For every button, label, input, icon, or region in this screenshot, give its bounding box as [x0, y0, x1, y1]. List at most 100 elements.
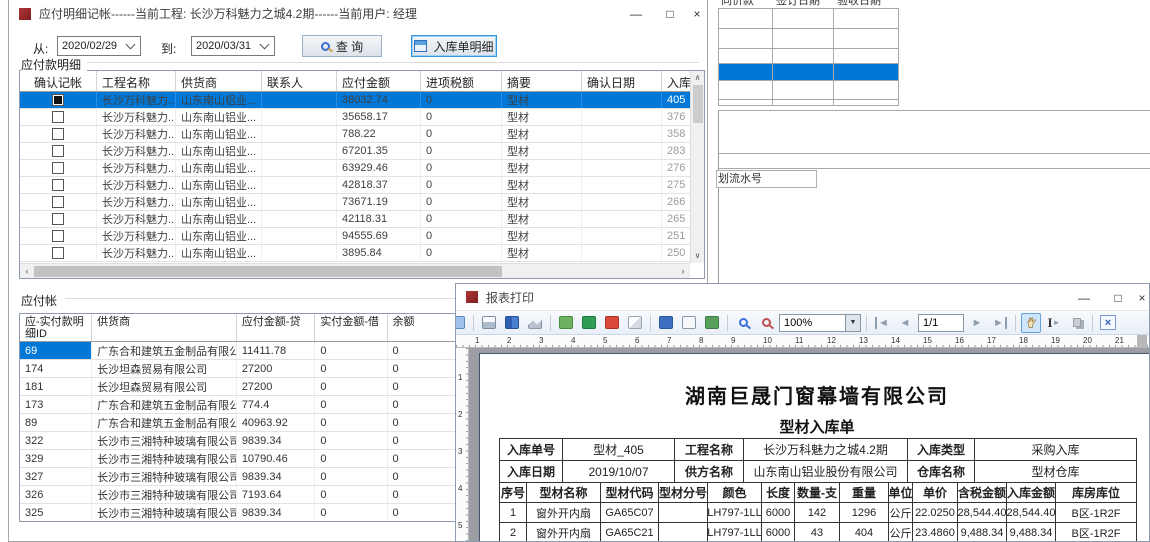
first-page-icon[interactable]: ◄: [872, 313, 892, 333]
scroll-right-icon[interactable]: ›: [676, 266, 690, 276]
copy-pages-icon[interactable]: [1067, 313, 1087, 333]
export-excel-icon[interactable]: [579, 313, 599, 333]
dropdown-arrow-icon[interactable]: ▼: [845, 315, 860, 331]
column-payable-credit: 应付金额-贷: [237, 314, 316, 341]
confirm-checkbox[interactable]: [52, 213, 64, 225]
query-button-label: 查 询: [336, 38, 363, 55]
report-page: 湖南巨晟门窗幕墙有限公司 型材入库单 入库单号 型材_405 工程名称 长沙万科…: [479, 353, 1150, 542]
column-inbound: 入库: [662, 71, 692, 91]
page-number-box[interactable]: [918, 314, 964, 332]
payable-table-row[interactable]: 89 广东合和建筑五金制品有限公司 40963.92 0 0: [20, 414, 466, 432]
export-html-icon[interactable]: [702, 313, 722, 333]
print-icon[interactable]: [479, 313, 499, 333]
date-label: 入库日期: [500, 461, 563, 483]
text-select-icon[interactable]: I►: [1044, 313, 1064, 333]
close-preview-icon[interactable]: ×: [1098, 313, 1118, 333]
detail-table-row[interactable]: 长沙万科魅力... 山东南山铝业... 42818.37 0 型材 275: [20, 177, 704, 194]
maximize-button[interactable]: □: [1101, 284, 1135, 311]
app-icon: [19, 8, 31, 20]
export-pdf-icon[interactable]: [602, 313, 622, 333]
report-window-titlebar[interactable]: 报表打印 — □ ×: [456, 284, 1149, 311]
date-value: 2019/10/07: [563, 461, 675, 483]
table-row[interactable]: [718, 99, 899, 106]
payable-table-row[interactable]: 326 长沙市三湘特种玻璃有限公司 7193.64 0 0: [20, 486, 466, 504]
zoom-level-input[interactable]: [780, 317, 845, 329]
plan-serial-label: 划流水号: [716, 170, 817, 188]
detail-table-row[interactable]: 长沙万科魅力... 山东南山铝业... 73671.19 0 型材 266: [20, 194, 704, 211]
scroll-down-icon[interactable]: ∨: [695, 249, 701, 263]
scrollbar-thumb[interactable]: [34, 266, 502, 277]
detail-table-row[interactable]: 长沙万科魅力... 山东南山铝业... 94555.69 0 型材 251: [20, 228, 704, 245]
close-button[interactable]: ×: [687, 0, 707, 27]
chevron-down-icon: [126, 40, 136, 50]
table-row[interactable]: [718, 8, 899, 28]
scrollbar-thumb[interactable]: [693, 85, 703, 123]
payable-group-label: 应付帐: [21, 292, 63, 309]
to-date-picker[interactable]: 2020/03/31: [191, 36, 275, 56]
table-row[interactable]: [718, 80, 899, 99]
detail-table-row[interactable]: 长沙万科魅力... 山东南山铝业... 788.22 0 型材 358: [20, 126, 704, 143]
payable-table-row[interactable]: 69 广东合和建筑五金制品有限公司 11411.78 0 0: [20, 342, 466, 360]
hand-tool-icon[interactable]: [1021, 313, 1041, 333]
detail-table-row[interactable]: 长沙万科魅力... 山东南山铝业... 63929.46 0 型材 276: [20, 160, 704, 177]
prev-page-icon[interactable]: ◄: [895, 313, 915, 333]
payable-window-titlebar[interactable]: 应付明细记帐------当前工程: 长沙万科魅力之城4.2期------当前用户…: [9, 0, 707, 27]
document-icon[interactable]: [679, 313, 699, 333]
table-row-selected[interactable]: [718, 63, 899, 80]
zoom-in-icon[interactable]: [733, 313, 753, 333]
maximize-button[interactable]: □: [653, 0, 687, 27]
report-detail-row: 2 窗外开内扇 GA65C21 LH797-1LL 6000 43 404 公斤…: [500, 523, 1136, 542]
next-page-icon[interactable]: ►: [967, 313, 987, 333]
payable-table-row[interactable]: 325 长沙市三湘特种玻璃有限公司 9839.34 0 0: [20, 504, 466, 522]
sidebar-toggle-icon[interactable]: [455, 313, 468, 333]
payable-account-table: 应-实付款明细ID 供货商 应付金额-贷 实付金额-借 余额 69 广东合和建筑…: [19, 313, 466, 522]
app-icon: [466, 291, 478, 303]
export-icon[interactable]: [556, 313, 576, 333]
inbound-detail-button[interactable]: 入库单明细: [411, 35, 497, 57]
vertical-scrollbar[interactable]: ∧ ∨: [690, 71, 704, 263]
scroll-up-icon[interactable]: ∧: [695, 71, 701, 85]
detail-table-row[interactable]: 长沙万科魅力... 山东南山铝业... 3895.84 0 型材 250: [20, 245, 704, 262]
confirm-checkbox[interactable]: [52, 128, 64, 140]
column-supplier: 供货商: [176, 71, 262, 91]
confirm-checkbox[interactable]: [52, 247, 64, 259]
confirm-checkbox[interactable]: [52, 179, 64, 191]
detail-table-row[interactable]: 长沙万科魅力... 山东南山铝业... 42118.31 0 型材 265: [20, 211, 704, 228]
scroll-left-icon[interactable]: ‹: [20, 266, 34, 276]
payable-table-row[interactable]: 174 长沙坦森贸易有限公司 27200 0 0: [20, 360, 466, 378]
payable-table-row[interactable]: 329 长沙市三湘特种玻璃有限公司 10790.46 0 0: [20, 450, 466, 468]
detail-table-row[interactable]: 长沙万科魅力... 山东南山铝业... 67201.35 0 型材 283: [20, 143, 704, 160]
from-date-picker[interactable]: 2020/02/29: [57, 36, 141, 56]
table-row[interactable]: [718, 48, 899, 63]
payable-table-row[interactable]: 327 长沙市三湘特种玻璃有限公司 9839.34 0 0: [20, 468, 466, 486]
confirm-checkbox[interactable]: [52, 230, 64, 242]
page-number-input[interactable]: [919, 315, 963, 331]
from-date-value: 2020/02/29: [58, 40, 127, 52]
confirm-checkbox[interactable]: [52, 196, 64, 208]
zoom-out-icon[interactable]: [756, 313, 776, 333]
order-no-value: 型材_405: [563, 439, 675, 461]
confirm-checkbox[interactable]: [52, 162, 64, 174]
payable-table-row[interactable]: 181 长沙坦森贸易有限公司 27200 0 0: [20, 378, 466, 396]
detail-table-row[interactable]: 长沙万科魅力... 山东南山铝业... 38032.74 0 型材 405: [20, 92, 704, 109]
payable-table-row[interactable]: 173 广东合和建筑五金制品有限公司 774.4 0 0: [20, 396, 466, 414]
divider: [718, 110, 719, 290]
close-button[interactable]: ×: [1135, 284, 1149, 311]
options-tools-icon[interactable]: [525, 313, 545, 333]
payable-table-row[interactable]: 322 长沙市三湘特种玻璃有限公司 9839.34 0 0: [20, 432, 466, 450]
minimize-button[interactable]: —: [619, 0, 653, 27]
detail-table-row[interactable]: 长沙万科魅力... 山东南山铝业... 35658.17 0 型材 376: [20, 109, 704, 126]
confirm-checkbox[interactable]: [52, 111, 64, 123]
zoom-level-combo[interactable]: ▼: [779, 314, 861, 332]
horizontal-scrollbar[interactable]: ‹ ›: [20, 263, 690, 278]
last-page-icon[interactable]: ►: [990, 313, 1010, 333]
table-row[interactable]: [718, 28, 899, 48]
warehouse-value: 型材仓库: [975, 461, 1136, 483]
save-icon[interactable]: [656, 313, 676, 333]
query-button[interactable]: 查 询: [302, 35, 382, 57]
page-setup-icon[interactable]: [502, 313, 522, 333]
minimize-button[interactable]: —: [1067, 284, 1101, 311]
export-mail-icon[interactable]: [625, 313, 645, 333]
confirm-checkbox[interactable]: [52, 145, 64, 157]
confirm-checkbox[interactable]: [52, 94, 64, 106]
